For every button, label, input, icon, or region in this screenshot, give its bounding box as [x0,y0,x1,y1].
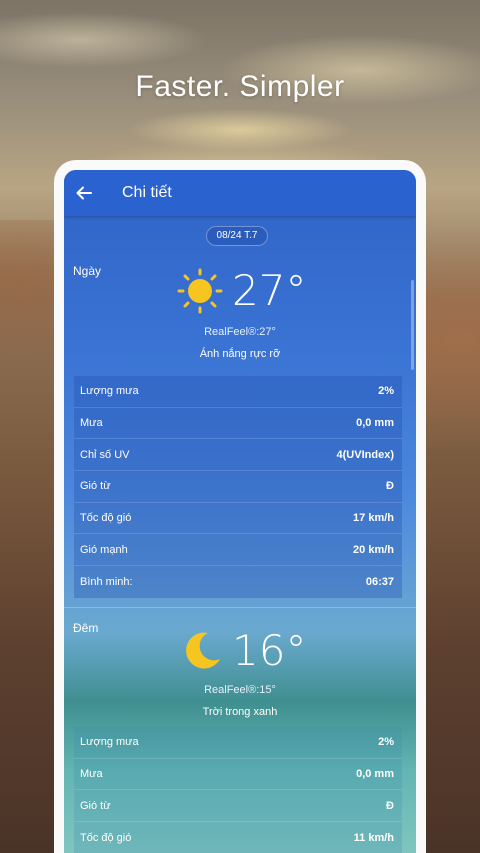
table-row: Tốc độ gió 17 km/h [74,503,402,535]
table-row: Lượng mưa 2% [74,727,402,759]
day-summary: 27° [176,266,306,315]
day-details-table: Lượng mưa 2% Mưa 0,0 mm Chỉ số UV 4(UVIndex… [74,376,402,598]
app-bar: Chi tiết [64,170,416,216]
date-badge: 08/24 T.7 [206,226,268,246]
table-row: Lượng mưa 2% [74,376,402,408]
section-divider [64,607,416,608]
night-details-table: Lượng mưa 2% Mưa 0,0 mm Gió từ Đ Tốc độ gió… [74,727,402,853]
scrollbar[interactable] [411,280,414,370]
table-row: Tốc độ gió 11 km/h [80,831,394,844]
table-row: Gió từ Đ [74,471,402,503]
night-realfeel: RealFeel®:15° [204,684,276,696]
night-label: Đêm [73,621,99,635]
detail-screen[interactable]: Chi tiết 08/24 T.7 Ngày 27° RealFeel®:27… [64,170,416,853]
table-row: Bình minh: 06:37 [80,575,394,588]
night-temperature: 16° [232,626,307,675]
table-row: Gió từ Đ [74,790,402,823]
arrow-left-icon [76,186,92,200]
moon-icon [186,632,220,669]
day-condition: Ánh nắng rực rỡ [199,348,281,360]
day-realfeel: RealFeel®:27° [204,326,276,338]
back-button[interactable] [64,170,104,216]
night-condition: Trời trong xanh [202,706,278,718]
table-row: Mưa 0,0 mm [74,408,402,440]
day-label: Ngày [73,264,102,278]
night-summary: 16° [180,626,306,675]
table-row: Chỉ số UV 4(UVIndex) [74,439,402,472]
sun-icon [177,268,223,313]
day-temperature: 27° [232,266,307,315]
promo-headline: Faster. Simpler [135,70,345,103]
table-row: Mưa 0,0 mm [74,759,402,791]
table-row: Gió mạnh 20 km/h [74,534,402,567]
page-title: Chi tiết [122,184,172,201]
